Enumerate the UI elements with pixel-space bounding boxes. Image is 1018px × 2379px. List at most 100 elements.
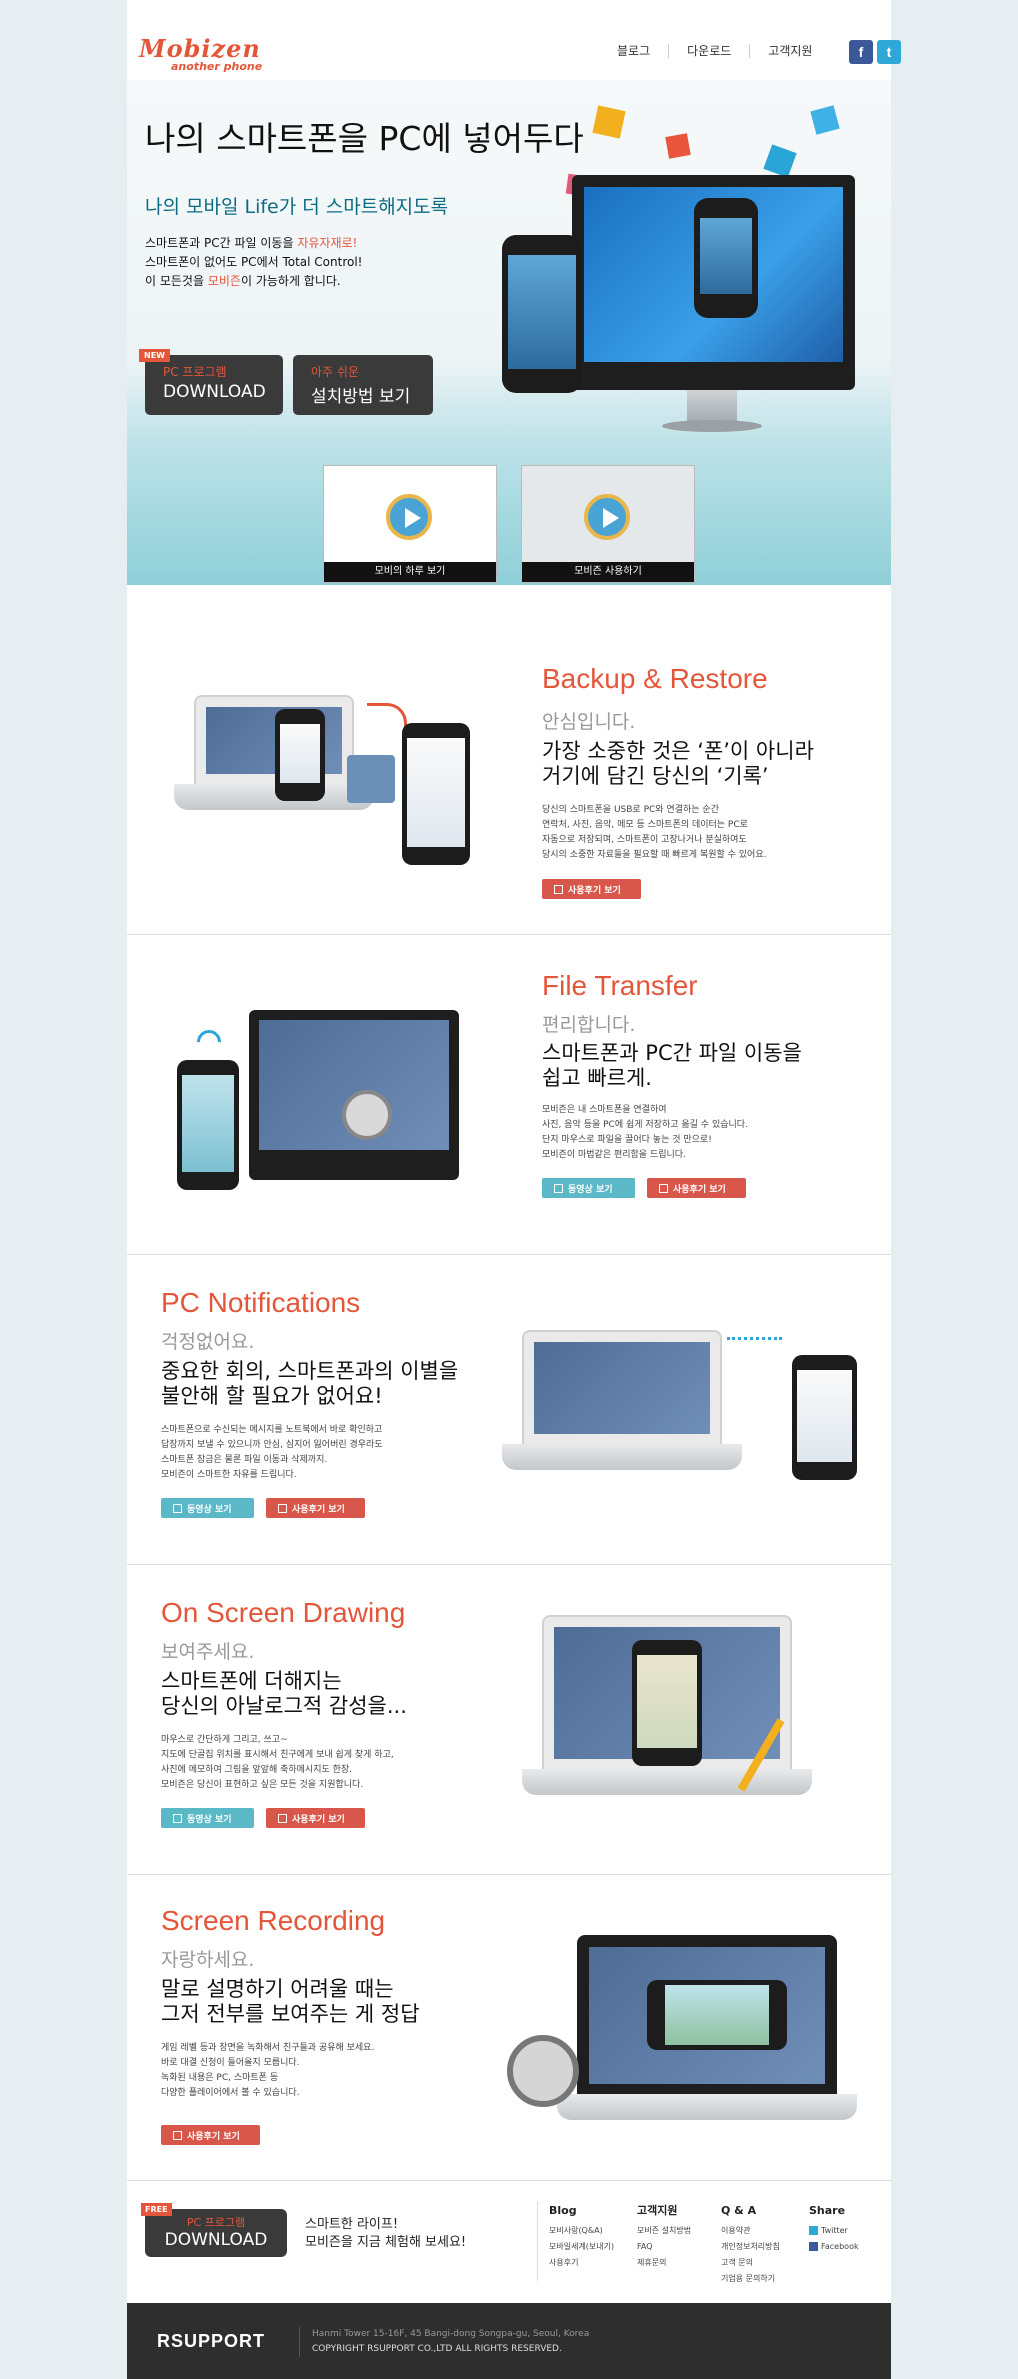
phone-screen bbox=[407, 738, 465, 847]
review-button-label: 사용후기 보기 bbox=[673, 1184, 726, 1195]
feature-headline-line1: 가장 소중한 것은 ‘폰’이 아니라 bbox=[542, 739, 814, 763]
laptop-base bbox=[522, 1769, 812, 1795]
video-button[interactable]: 동영상 보기 bbox=[161, 1498, 254, 1518]
video-button[interactable]: 동영상 보기 bbox=[161, 1808, 254, 1828]
tagline-line1: 스마트한 라이프! bbox=[305, 2217, 399, 2232]
footer-link[interactable]: 모비사랑(Q&A) bbox=[549, 2223, 614, 2239]
review-button[interactable]: 사용후기 보기 bbox=[647, 1178, 746, 1198]
game-screen bbox=[665, 1985, 769, 2045]
desc-line: 당시의 소중한 자료들을 필요할 때 빠르게 복원할 수 있어요. bbox=[542, 850, 767, 860]
desc-line: 모비즌은 당신이 표현하고 싶은 모든 것을 지원합니다. bbox=[161, 1780, 364, 1790]
video-thumb-daily[interactable]: 모비의 하루 보기 bbox=[323, 465, 497, 583]
feature-headline-line1: 스마트폰과 PC간 파일 이동을 bbox=[542, 1041, 802, 1065]
feature-headline: 말로 설명하기 어려울 때는 그저 전부를 보여주는 게 정답 bbox=[161, 1977, 420, 2027]
footer-link[interactable]: 사용후기 bbox=[549, 2255, 614, 2271]
review-button[interactable]: 사용후기 보기 bbox=[266, 1808, 365, 1828]
video-icon bbox=[554, 1183, 563, 1193]
desc-line: 스마트폰 잠금은 물론 파일 이동과 삭제까지. bbox=[161, 1455, 328, 1465]
footer-download-button[interactable]: PC 프로그램 DOWNLOAD bbox=[145, 2209, 287, 2257]
feature-title: On Screen Drawing bbox=[161, 1597, 406, 1628]
arrow-icon bbox=[367, 703, 407, 733]
feature-subtitle: 걱정없어요. bbox=[161, 1331, 255, 1353]
nav-support-link[interactable]: 고객지원 bbox=[750, 44, 830, 58]
footer-link[interactable]: 모바일세계(보내기) bbox=[549, 2239, 614, 2255]
page: Mobizen another phone 블로그 다운로드 고객지원 f t … bbox=[127, 0, 901, 2379]
footer-link[interactable]: FAQ bbox=[637, 2239, 691, 2255]
facebook-icon[interactable]: f bbox=[849, 40, 873, 64]
video-button[interactable]: 동영상 보기 bbox=[542, 1178, 635, 1198]
feature-headline: 스마트폰에 더해지는 당신의 아날로그적 감성을... bbox=[161, 1669, 407, 1719]
phone-illustration bbox=[632, 1640, 702, 1766]
document-icon bbox=[554, 884, 563, 894]
logo-wordmark: Mobizen bbox=[139, 34, 261, 63]
share-facebook-link[interactable]: Facebook bbox=[809, 2239, 859, 2255]
footer-link[interactable]: 이용약관 bbox=[721, 2223, 780, 2239]
desc-line: 마우스로 간단하게 그리고, 쓰고~ bbox=[161, 1735, 288, 1745]
map-screen bbox=[637, 1655, 697, 1748]
review-button[interactable]: 사용후기 보기 bbox=[542, 879, 641, 899]
footer-col-title: Q & A bbox=[721, 2204, 757, 2217]
desc-line: 게임 레벨 등과 장면을 녹화해서 친구들과 공유해 보세요. bbox=[161, 2043, 375, 2053]
review-button[interactable]: 사용후기 보기 bbox=[266, 1498, 365, 1518]
document-icon bbox=[278, 1813, 287, 1823]
nav-download-link[interactable]: 다운로드 bbox=[669, 44, 751, 58]
video-button-label: 동영상 보기 bbox=[187, 1814, 232, 1825]
phone-screen bbox=[508, 255, 576, 369]
laptop-base bbox=[557, 2094, 857, 2120]
video-thumb-usage[interactable]: 모비즌 사용하기 bbox=[521, 465, 695, 583]
film-reel-icon bbox=[342, 1090, 392, 1140]
feature-title: Screen Recording bbox=[161, 1905, 386, 1936]
social-links: f t bbox=[849, 40, 901, 64]
review-button-label: 사용후기 보기 bbox=[187, 2131, 240, 2142]
logo-tagline: another phone bbox=[171, 60, 263, 73]
mirrored-phone-screen bbox=[700, 218, 752, 294]
footer-link[interactable]: 제휴문의 bbox=[637, 2255, 691, 2271]
footer-link[interactable]: 개인정보처리방침 bbox=[721, 2239, 780, 2255]
share-twitter-link[interactable]: Twitter bbox=[809, 2223, 859, 2239]
download-button-label: DOWNLOAD bbox=[163, 382, 266, 402]
phone-illustration bbox=[402, 723, 470, 865]
footer-link[interactable]: 고객 문의 bbox=[721, 2255, 780, 2271]
feature-headline: 중요한 회의, 스마트폰과의 이별을 불안해 할 필요가 없어요! bbox=[161, 1359, 458, 1409]
document-icon bbox=[659, 1183, 668, 1193]
install-button-label: 설치방법 보기 bbox=[311, 387, 411, 407]
footer-link[interactable]: 기업용 문의하기 bbox=[721, 2271, 780, 2287]
install-button-small: 아주 쉬운 bbox=[311, 365, 359, 379]
desc-line: 바로 대결 신청이 들어올지 모릅니다. bbox=[161, 2058, 300, 2068]
laptop-base bbox=[174, 784, 374, 810]
review-button[interactable]: 사용후기 보기 bbox=[161, 2125, 260, 2145]
footer-link[interactable]: 모비즌 설치방법 bbox=[637, 2223, 691, 2239]
twitter-icon[interactable]: t bbox=[877, 40, 901, 64]
hero-line3: 이 모든것을 bbox=[145, 274, 208, 288]
footer-col-title: Share bbox=[809, 2204, 846, 2217]
footer-download-label: DOWNLOAD bbox=[164, 2230, 268, 2250]
footer-address: Hanmi Tower 15-16F, 45 Bangi-dong Songpa… bbox=[299, 2327, 589, 2357]
feature-on-screen-drawing: On Screen Drawing 보여주세요. 스마트폰에 더해지는 당신의 … bbox=[127, 1565, 891, 1875]
cube-icon bbox=[592, 105, 626, 139]
hero-line3-end: 이 가능하게 합니다. bbox=[240, 274, 341, 288]
phone-screen bbox=[797, 1370, 852, 1462]
footer-download-strip: PC 프로그램 DOWNLOAD FREE 스마트한 라이프! 모비즌을 지금 … bbox=[127, 2180, 891, 2300]
hero-title: 나의 스마트폰을 PC에 넣어두다 bbox=[145, 119, 584, 158]
hero-install-guide-button[interactable]: 아주 쉬운 설치방법 보기 bbox=[293, 355, 433, 415]
feature-headline-line1: 중요한 회의, 스마트폰과의 이별을 bbox=[161, 1359, 459, 1383]
feature-description: 게임 레벨 등과 장면을 녹화해서 친구들과 공유해 보세요. 바로 대결 신청… bbox=[161, 2041, 374, 2101]
hero-subtitle: 나의 모바일 Life가 더 스마트해지도록 bbox=[145, 196, 449, 218]
document-icon bbox=[173, 2130, 182, 2140]
desc-line: 녹화된 내용은 PC, 스마트폰 등 bbox=[161, 2073, 279, 2083]
footer-col-share: Share Twitter Facebook bbox=[809, 2203, 859, 2255]
desc-line: 스마트폰으로 수신되는 메시지를 노트북에서 바로 확인하고 bbox=[161, 1425, 383, 1435]
feature-pc-notifications: PC Notifications 걱정없어요. 중요한 회의, 스마트폰과의 이… bbox=[127, 1255, 891, 1565]
hero-banner: 나의 스마트폰을 PC에 넣어두다 나의 모바일 Life가 더 스마트해지도록… bbox=[127, 80, 891, 585]
contacts-icon bbox=[347, 755, 395, 803]
nav-blog-link[interactable]: 블로그 bbox=[599, 44, 670, 58]
mobizen-logo[interactable]: Mobizen another phone bbox=[139, 34, 262, 74]
address-text: Hanmi Tower 15-16F, 45 Bangi-dong Songpa… bbox=[312, 2329, 590, 2339]
laptop-illustration bbox=[502, 1330, 742, 1470]
laptop-illustration bbox=[174, 695, 374, 810]
video-icon bbox=[173, 1503, 182, 1513]
rsupport-logo[interactable]: RSUPPORT bbox=[157, 2331, 265, 2352]
hero-download-button[interactable]: NEW PC 프로그램 DOWNLOAD bbox=[139, 349, 283, 415]
desc-line: 단지 마우스로 파일을 끌어다 놓는 것 만으로! bbox=[542, 1135, 712, 1145]
phone-screen bbox=[182, 1075, 234, 1172]
